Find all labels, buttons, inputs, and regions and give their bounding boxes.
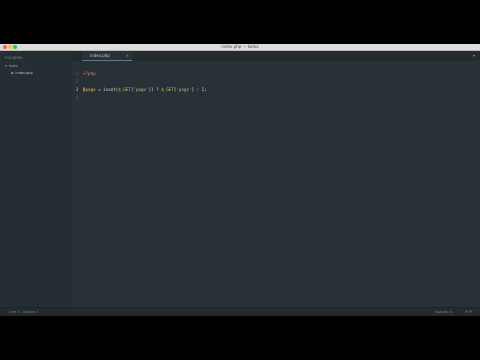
sidebar-heading: FOLDERS xyxy=(5,56,23,60)
sidebar-folder[interactable]: ▾ kodui xyxy=(5,64,18,68)
status-syntax[interactable]: PHP xyxy=(465,308,472,316)
code-line[interactable]: $page = isset($_GET['page']) ? $_GET['pa… xyxy=(83,87,207,92)
code-token: $_GET xyxy=(161,87,174,92)
code-editor[interactable]: 1 <?php 2 3 $page = isset($_GET['page']) ? $… xyxy=(72,61,480,308)
sidebar: FOLDERS ▾ kodui ▪ index.php xyxy=(0,51,72,308)
sidebar-file-label: index.php xyxy=(15,71,33,75)
status-indentation[interactable]: Spaces: 4 xyxy=(435,308,452,316)
code-token: $_GET xyxy=(118,87,131,92)
line-number: 2 xyxy=(75,79,78,84)
line-number: 1 xyxy=(75,71,78,76)
code-token: isset( xyxy=(103,87,119,92)
tab-label: index.php xyxy=(90,53,110,58)
line-number: 3 xyxy=(75,87,78,92)
window-title: index.php — kodui xyxy=(221,44,259,49)
code-token: 'page' xyxy=(176,87,192,92)
sidebar-folder-label: kodui xyxy=(8,64,19,68)
editor-window: index.php — kodui FOLDERS ▾ kodui ▪ index.… xyxy=(0,44,480,316)
tab-bar: index.php × ▾ xyxy=(72,51,480,61)
code-token: <?php xyxy=(83,71,96,76)
tab-index-php[interactable]: index.php × xyxy=(82,51,132,61)
code-token: 'page' xyxy=(133,87,149,92)
title-bar: index.php — kodui xyxy=(0,44,480,51)
code-token: ] : 1; xyxy=(191,87,207,92)
code-token: $page xyxy=(83,87,96,92)
file-icon: ▪ xyxy=(11,71,14,75)
code-line[interactable]: <?php xyxy=(83,71,96,76)
status-bar: Line 3, Column 1 Spaces: 4 PHP xyxy=(0,307,480,316)
status-position: Line 3, Column 1 xyxy=(9,310,39,314)
line-number: 4 xyxy=(75,95,78,100)
tab-close-icon[interactable]: × xyxy=(126,51,129,61)
sidebar-file[interactable]: ▪ index.php xyxy=(11,71,33,75)
folder-expand-icon: ▾ xyxy=(5,64,7,68)
code-token: ]) ? xyxy=(148,87,162,92)
tab-overflow-icon[interactable]: ▾ xyxy=(473,51,475,61)
